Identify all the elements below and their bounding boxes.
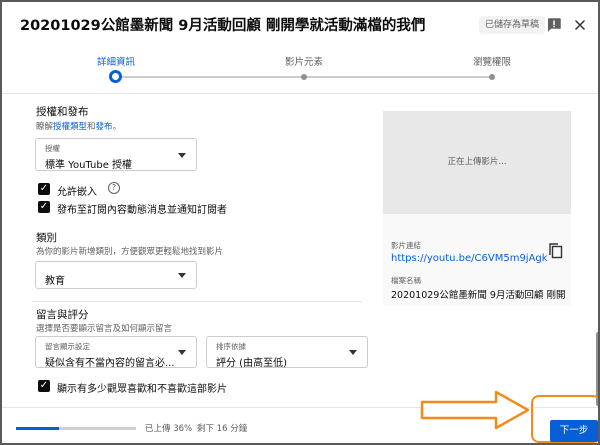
comment-sort-label: 排序依據 (216, 342, 246, 351)
allow-embedding-checkbox[interactable]: ✓ (38, 183, 50, 195)
step-dot-video-elements[interactable] (301, 74, 307, 80)
license-desc-mid: 和 (87, 122, 96, 132)
show-ratings-label: 顯示有多少觀眾喜歡和不喜歡這部影片 (57, 384, 227, 395)
category-select-value: 教育 (45, 276, 65, 287)
video-preview-card: 正在上傳影片... 影片連結 https://youtu.be/C6VM5m9j… (383, 111, 571, 306)
dialog-header: 20201029公館墨新聞 9月活動回顧 剛開學就活動滿檔的我們 已儲存為草稿 (2, 2, 598, 46)
comments-section-title: 留言與評分 (36, 309, 89, 321)
comments-description: 選擇是否要顯示留言及如何顯示留言 (36, 324, 173, 334)
notify-subscribers-checkbox[interactable]: ✓ (38, 201, 50, 213)
step-dot-visibility[interactable] (489, 74, 495, 80)
category-description: 為你的影片新增類別，方便觀眾更輕鬆地找到影片 (36, 247, 224, 257)
show-ratings-row[interactable]: ✓ 顯示有多少觀眾喜歡和不喜歡這部影片 (38, 380, 258, 395)
chevron-down-icon (349, 350, 357, 355)
license-types-link[interactable]: 授權類型 (53, 122, 87, 132)
file-name: 20201029公館墨新聞 9月活動回顧 剛開學就活動滿檔的我們 (391, 290, 566, 301)
time-remaining-text: 剩下 16 分鐘 (197, 424, 248, 434)
chevron-down-icon (178, 273, 186, 278)
license-select[interactable]: 授權 標準 YouTube 授權 (35, 138, 197, 171)
notify-subscribers-row[interactable]: ✓ 發布至訂閱內容動態消息並通知訂閱者 (38, 201, 258, 216)
details-content: 授權和發布 瞭解授權類型和發布。 授權 標準 YouTube 授權 ✓ 允許嵌入… (2, 94, 598, 407)
arrow-annotation-icon (420, 390, 530, 430)
step-video-elements[interactable]: 影片元素 (264, 54, 344, 68)
upload-progress-fill (16, 427, 60, 430)
category-select[interactable]: 教育 (35, 261, 197, 289)
draft-saved-badge: 已儲存為草稿 (479, 16, 546, 34)
section-divider (32, 301, 362, 302)
category-section-title: 類別 (36, 232, 57, 244)
upload-dialog: 20201029公館墨新聞 9月活動回顧 剛開學就活動滿檔的我們 已儲存為草稿 … (0, 0, 600, 445)
video-link[interactable]: https://youtu.be/C6VM5m9jAgk (391, 253, 548, 264)
file-name-label: 檔案名稱 (391, 276, 421, 285)
comment-visibility-select[interactable]: 留言顯示設定 疑似含有不當內容的留言必... (35, 336, 197, 369)
close-icon[interactable] (571, 16, 589, 34)
stepper-track (122, 76, 492, 78)
allow-embedding-row[interactable]: ✓ 允許嵌入 ? (38, 182, 138, 198)
upload-stepper: 詳細資訊 影片元素 瀏覽權限 (2, 48, 598, 88)
next-button[interactable]: 下一步 (550, 420, 598, 442)
license-section-title: 授權和發布 (36, 106, 89, 118)
chevron-down-icon (178, 152, 186, 158)
video-link-label: 影片連結 (391, 241, 421, 250)
allow-embedding-label: 允許嵌入 (57, 187, 97, 198)
chevron-down-icon (178, 350, 186, 355)
comment-sort-select[interactable]: 排序依據 評分 (由高至低) (206, 336, 368, 369)
license-desc-prefix: 瞭解 (36, 122, 54, 132)
license-description: 瞭解授權類型和發布。 (36, 120, 121, 132)
step-details[interactable]: 詳細資訊 (76, 54, 156, 68)
license-select-label: 授權 (45, 144, 60, 153)
feedback-icon[interactable] (545, 16, 563, 34)
step-dot-details[interactable] (109, 70, 122, 83)
video-thumbnail-placeholder: 正在上傳影片... (383, 111, 571, 214)
comment-visibility-label: 留言顯示設定 (45, 342, 90, 351)
upload-percent-text: 已上傳 36% (145, 424, 193, 434)
help-icon[interactable]: ? (108, 182, 120, 194)
video-title: 20201029公館墨新聞 9月活動回顧 剛開學就活動滿檔的我們 (20, 18, 426, 34)
notify-subscribers-label: 發布至訂閱內容動態消息並通知訂閱者 (57, 205, 227, 216)
comment-visibility-value: 疑似含有不當內容的留言必... (45, 358, 175, 369)
comment-sort-value: 評分 (由高至低) (216, 358, 287, 369)
show-ratings-checkbox[interactable]: ✓ (38, 380, 50, 392)
step-visibility[interactable]: 瀏覽權限 (452, 54, 532, 68)
copy-icon[interactable] (549, 243, 563, 259)
publishing-link[interactable]: 發布 (96, 122, 113, 132)
license-select-value: 標準 YouTube 授權 (45, 160, 133, 171)
license-desc-suffix: 。 (112, 122, 122, 132)
upload-progress-bar (16, 427, 136, 430)
